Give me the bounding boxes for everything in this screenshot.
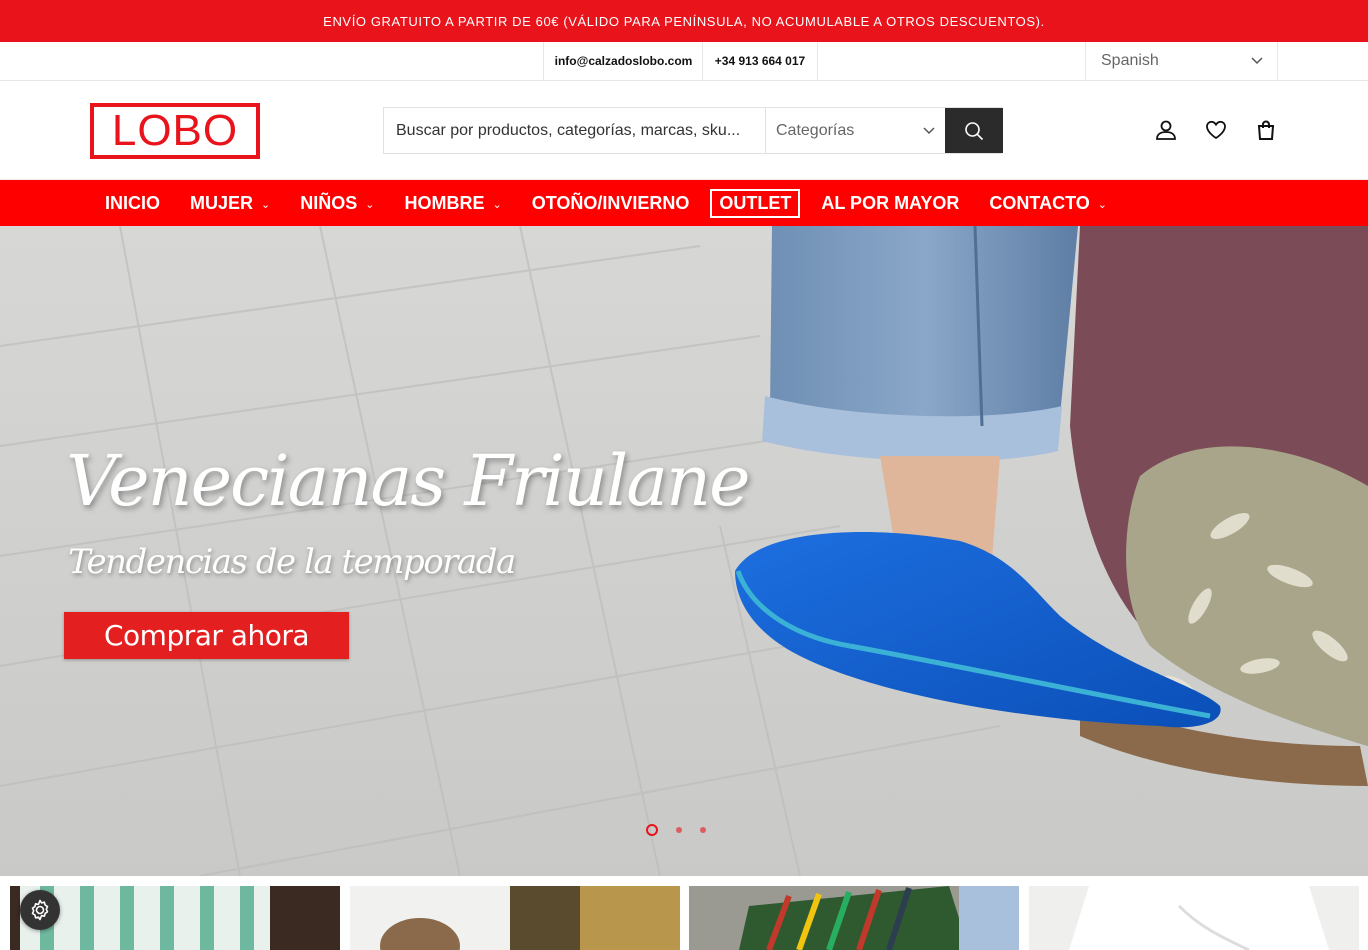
promo-banner: ENVÍO GRATUITO A PARTIR DE 60€ (VÁLIDO P… xyxy=(0,0,1368,42)
contact-email-link[interactable]: info@calzadoslobo.com xyxy=(543,42,703,80)
category-tile-image xyxy=(10,886,340,950)
slider-dot-2[interactable] xyxy=(676,827,682,833)
chevron-down-icon: ⌄ xyxy=(1097,198,1107,211)
chevron-down-icon xyxy=(923,126,935,134)
shopping-bag-icon xyxy=(1257,120,1275,140)
hero-subtitle: Tendencias de la temporada xyxy=(68,542,516,582)
nav-item-inicio[interactable]: INICIO xyxy=(105,193,160,214)
slider-pagination xyxy=(646,824,706,836)
slider-dot-3[interactable] xyxy=(700,827,706,833)
promo-text: ENVÍO GRATUITO A PARTIR DE 60€ (VÁLIDO P… xyxy=(323,13,1045,29)
chevron-down-icon: ⌄ xyxy=(261,198,271,211)
header-actions xyxy=(1155,119,1277,141)
category-tile-2[interactable] xyxy=(350,886,680,950)
hero-title: Venecianas Friulane xyxy=(66,440,751,522)
nav-item-otono-invierno[interactable]: OTOÑO/INVIERNO xyxy=(532,193,690,214)
logo-text: LOBO xyxy=(111,106,239,155)
search-icon xyxy=(965,121,984,140)
search-bar: Categorías xyxy=(383,107,1003,154)
cart-button[interactable] xyxy=(1255,119,1277,141)
site-logo[interactable]: LOBO xyxy=(90,103,260,159)
search-button[interactable] xyxy=(945,108,1003,153)
cookie-settings-button[interactable] xyxy=(20,890,60,930)
heart-icon xyxy=(1206,120,1226,140)
main-nav: INICIO MUJER ⌄ NIÑOS ⌄ HOMBRE ⌄ OTOÑO/INVIE… xyxy=(0,180,1368,226)
shop-now-button[interactable]: Comprar ahora xyxy=(64,612,349,659)
wishlist-button[interactable] xyxy=(1205,119,1227,141)
category-tile-1[interactable] xyxy=(10,886,340,950)
category-tile-image xyxy=(350,886,680,950)
nav-item-hombre[interactable]: HOMBRE ⌄ xyxy=(404,193,501,214)
contact-bar: info@calzadoslobo.com +34 913 664 017 Sp… xyxy=(0,42,1368,81)
site-header: LOBO Categorías xyxy=(0,81,1368,180)
language-select[interactable]: Spanish xyxy=(1085,42,1278,80)
categories-select[interactable]: Categorías xyxy=(765,108,945,153)
category-tile-image xyxy=(1029,886,1359,950)
nav-item-mujer[interactable]: MUJER ⌄ xyxy=(190,193,270,214)
slider-dot-1[interactable] xyxy=(646,824,658,836)
gear-icon xyxy=(31,899,49,921)
hero-slider: Venecianas Friulane Tendencias de la tem… xyxy=(0,226,1368,876)
nav-item-al-por-mayor[interactable]: AL POR MAYOR xyxy=(821,193,959,214)
contact-phone-link[interactable]: +34 913 664 017 xyxy=(702,42,818,80)
chevron-down-icon: ⌄ xyxy=(365,198,375,211)
language-selected: Spanish xyxy=(1101,52,1159,69)
chevron-down-icon: ⌄ xyxy=(492,198,502,211)
category-tile-4[interactable] xyxy=(1029,886,1359,950)
categories-label: Categorías xyxy=(776,121,855,139)
account-button[interactable] xyxy=(1155,119,1177,141)
nav-item-ninos[interactable]: NIÑOS ⌄ xyxy=(300,193,374,214)
search-input[interactable] xyxy=(384,108,765,153)
category-tiles xyxy=(10,886,1368,950)
nav-item-contacto[interactable]: CONTACTO ⌄ xyxy=(989,193,1107,214)
nav-item-outlet[interactable]: OUTLET xyxy=(710,188,801,218)
category-tile-3[interactable] xyxy=(689,886,1019,950)
category-tile-image xyxy=(689,886,1019,950)
user-icon xyxy=(1156,120,1176,140)
chevron-down-icon xyxy=(1251,57,1263,65)
